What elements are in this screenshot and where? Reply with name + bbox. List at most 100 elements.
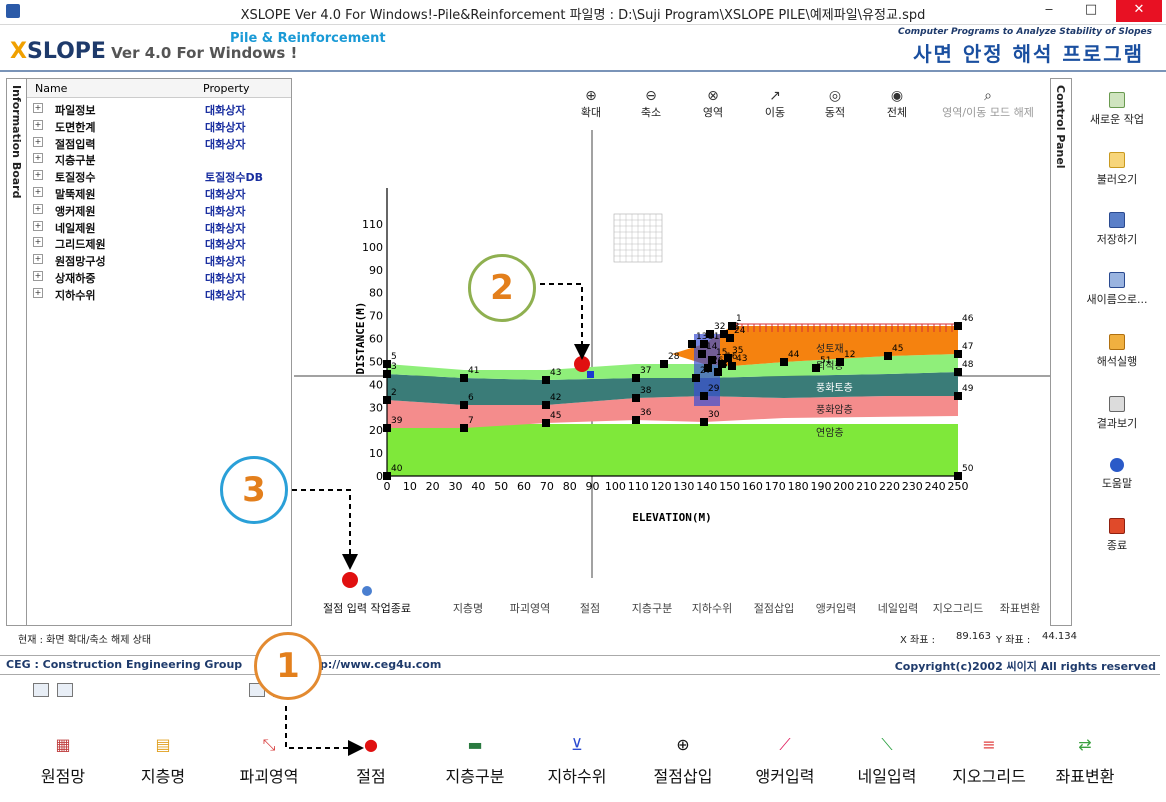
expand-icon[interactable]: + bbox=[33, 170, 43, 181]
tool-failure-zone[interactable]: 파괴영역 bbox=[500, 600, 560, 616]
expand-icon[interactable]: + bbox=[33, 136, 43, 147]
node-marker[interactable] bbox=[542, 419, 550, 427]
expand-icon[interactable]: + bbox=[33, 153, 43, 164]
tree-row[interactable]: + 앵커제원 대화상자 bbox=[27, 202, 291, 218]
tool-layer-name[interactable]: 지층명 bbox=[438, 600, 498, 616]
slope-cross-section-chart[interactable]: 0102030405060708090100110 0 10 20 30 40 50 60 7… bbox=[292, 78, 1050, 578]
tree-item-property[interactable]: 대화상자 bbox=[205, 287, 245, 303]
tree-row[interactable]: + 그리드제원 대화상자 bbox=[27, 235, 291, 251]
expand-icon[interactable]: + bbox=[33, 119, 43, 130]
node-marker[interactable] bbox=[383, 424, 391, 432]
column-header-name[interactable]: Name bbox=[35, 82, 67, 95]
maximize-button[interactable]: □ bbox=[1074, 0, 1108, 22]
expand-icon[interactable]: + bbox=[33, 287, 43, 298]
tree-row[interactable]: + 절점입력 대화상자 bbox=[27, 135, 291, 151]
tool-geogrid[interactable]: 지오그리드 bbox=[928, 600, 988, 616]
node-marker[interactable] bbox=[383, 396, 391, 404]
tree-row[interactable]: + 원점망구성 대화상자 bbox=[27, 252, 291, 268]
tree-item-property[interactable]: 대화상자 bbox=[205, 236, 245, 252]
node-marker[interactable] bbox=[726, 334, 734, 342]
node-marker[interactable] bbox=[954, 472, 962, 480]
tree-row[interactable]: + 토질정수 토질정수DB bbox=[27, 168, 291, 184]
save-as-button[interactable]: 새이름으로... bbox=[1072, 272, 1162, 307]
tree-item-property[interactable]: 대화상자 bbox=[205, 136, 245, 152]
expand-icon[interactable]: + bbox=[33, 271, 43, 281]
node-marker[interactable] bbox=[692, 374, 700, 382]
tree-row[interactable]: + 상재하중 대화상자 bbox=[27, 269, 291, 285]
tool-coordinate-transform[interactable]: 좌표변환 bbox=[990, 600, 1050, 616]
node-marker[interactable] bbox=[724, 354, 732, 362]
node-marker[interactable] bbox=[704, 364, 712, 372]
expand-icon[interactable]: + bbox=[33, 254, 43, 265]
node-marker[interactable] bbox=[460, 424, 468, 432]
tool-groundwater[interactable]: 지하수위 bbox=[682, 600, 742, 616]
layer-soft-rock[interactable] bbox=[387, 424, 958, 476]
expand-icon[interactable]: + bbox=[33, 237, 43, 248]
node-marker[interactable] bbox=[884, 352, 892, 360]
node-marker[interactable] bbox=[812, 364, 820, 372]
tree-row[interactable]: + 파일정보 대화상자 bbox=[27, 101, 291, 117]
node-marker[interactable] bbox=[632, 374, 640, 382]
node-marker[interactable] bbox=[383, 360, 391, 368]
node-marker[interactable] bbox=[954, 350, 962, 358]
node-marker[interactable] bbox=[714, 368, 722, 376]
node-marker[interactable] bbox=[632, 394, 640, 402]
node-marker[interactable] bbox=[954, 368, 962, 376]
tool-node[interactable]: 절점 bbox=[560, 600, 620, 616]
active-node[interactable] bbox=[587, 371, 594, 378]
node-marker[interactable] bbox=[698, 350, 706, 358]
selected-node-marker[interactable] bbox=[574, 356, 590, 372]
tool-nail-input[interactable]: 네일입력 bbox=[868, 600, 928, 616]
help-button[interactable]: 도움말 bbox=[1072, 458, 1162, 491]
node-marker[interactable] bbox=[954, 392, 962, 400]
node-marker[interactable] bbox=[780, 358, 788, 366]
tree-row[interactable]: + 말뚝제원 대화상자 bbox=[27, 185, 291, 201]
tree-item-property[interactable]: 대화상자 bbox=[205, 203, 245, 219]
information-board-tab[interactable]: Information Board bbox=[6, 78, 28, 626]
tree-item-property[interactable]: 대화상자 bbox=[205, 253, 245, 269]
tree-row[interactable]: + 지층구분 bbox=[27, 151, 291, 167]
node-marker[interactable] bbox=[542, 401, 550, 409]
expand-icon[interactable]: + bbox=[33, 103, 43, 113]
tool-anchor-input[interactable]: 앵커입력 bbox=[806, 600, 866, 616]
tree-row[interactable]: + 지하수위 대화상자 bbox=[27, 286, 291, 302]
tree-row[interactable]: + 네일제원 대화상자 bbox=[27, 219, 291, 235]
node-marker[interactable] bbox=[700, 418, 708, 426]
node-marker[interactable] bbox=[460, 374, 468, 382]
drawing-workspace[interactable]: ⊕ 확대 ⊖ 축소 ⊗ 영역 ↗ 이동 ◎ 동적 ◉ 전체 ⌕ 영역/이동 모드 해제 bbox=[292, 78, 1050, 624]
expand-icon[interactable]: + bbox=[33, 187, 43, 197]
add-icon[interactable] bbox=[33, 683, 49, 697]
tree-row[interactable]: + 도면한계 대화상자 bbox=[27, 118, 291, 134]
node-marker[interactable] bbox=[383, 472, 391, 480]
node-marker[interactable] bbox=[954, 322, 962, 330]
tree-item-property[interactable]: 대화상자 bbox=[205, 270, 245, 286]
view-results-button[interactable]: 결과보기 bbox=[1072, 396, 1162, 431]
node-marker[interactable] bbox=[660, 360, 668, 368]
node-marker[interactable] bbox=[836, 358, 844, 366]
node-marker[interactable] bbox=[460, 401, 468, 409]
node-marker[interactable] bbox=[688, 340, 696, 348]
node-marker[interactable] bbox=[383, 370, 391, 378]
close-button[interactable]: ✕ bbox=[1116, 0, 1162, 22]
node-marker[interactable] bbox=[542, 376, 550, 384]
end-node-input-button[interactable]: 절점 입력 작업종료 bbox=[312, 600, 422, 616]
tree-item-property[interactable]: 대화상자 bbox=[205, 102, 245, 118]
node-marker[interactable] bbox=[700, 392, 708, 400]
new-job-button[interactable]: 새로운 작업 bbox=[1072, 92, 1162, 127]
save-button[interactable]: 저장하기 bbox=[1072, 212, 1162, 247]
remove-icon[interactable] bbox=[57, 683, 73, 697]
tree-item-property[interactable]: 대화상자 bbox=[205, 119, 245, 135]
control-panel-tab[interactable]: Control Panel bbox=[1050, 78, 1072, 626]
node-marker[interactable] bbox=[632, 416, 640, 424]
open-button[interactable]: 불러오기 bbox=[1072, 152, 1162, 187]
minimize-button[interactable]: ‒ bbox=[1032, 0, 1066, 22]
run-analysis-button[interactable]: 해석실행 bbox=[1072, 334, 1162, 369]
expand-icon[interactable]: + bbox=[33, 203, 43, 214]
tool-layer-divide[interactable]: 지층구분 bbox=[622, 600, 682, 616]
tool-node-insert[interactable]: 절점삽입 bbox=[744, 600, 804, 616]
footer-url[interactable]: p://www.ceg4u.com bbox=[320, 658, 441, 671]
tree-item-property[interactable]: 대화상자 bbox=[205, 220, 245, 236]
expand-icon[interactable]: + bbox=[33, 220, 43, 231]
tree-item-property[interactable]: 토질정수DB bbox=[205, 169, 263, 185]
column-header-property[interactable]: Property bbox=[203, 82, 250, 95]
